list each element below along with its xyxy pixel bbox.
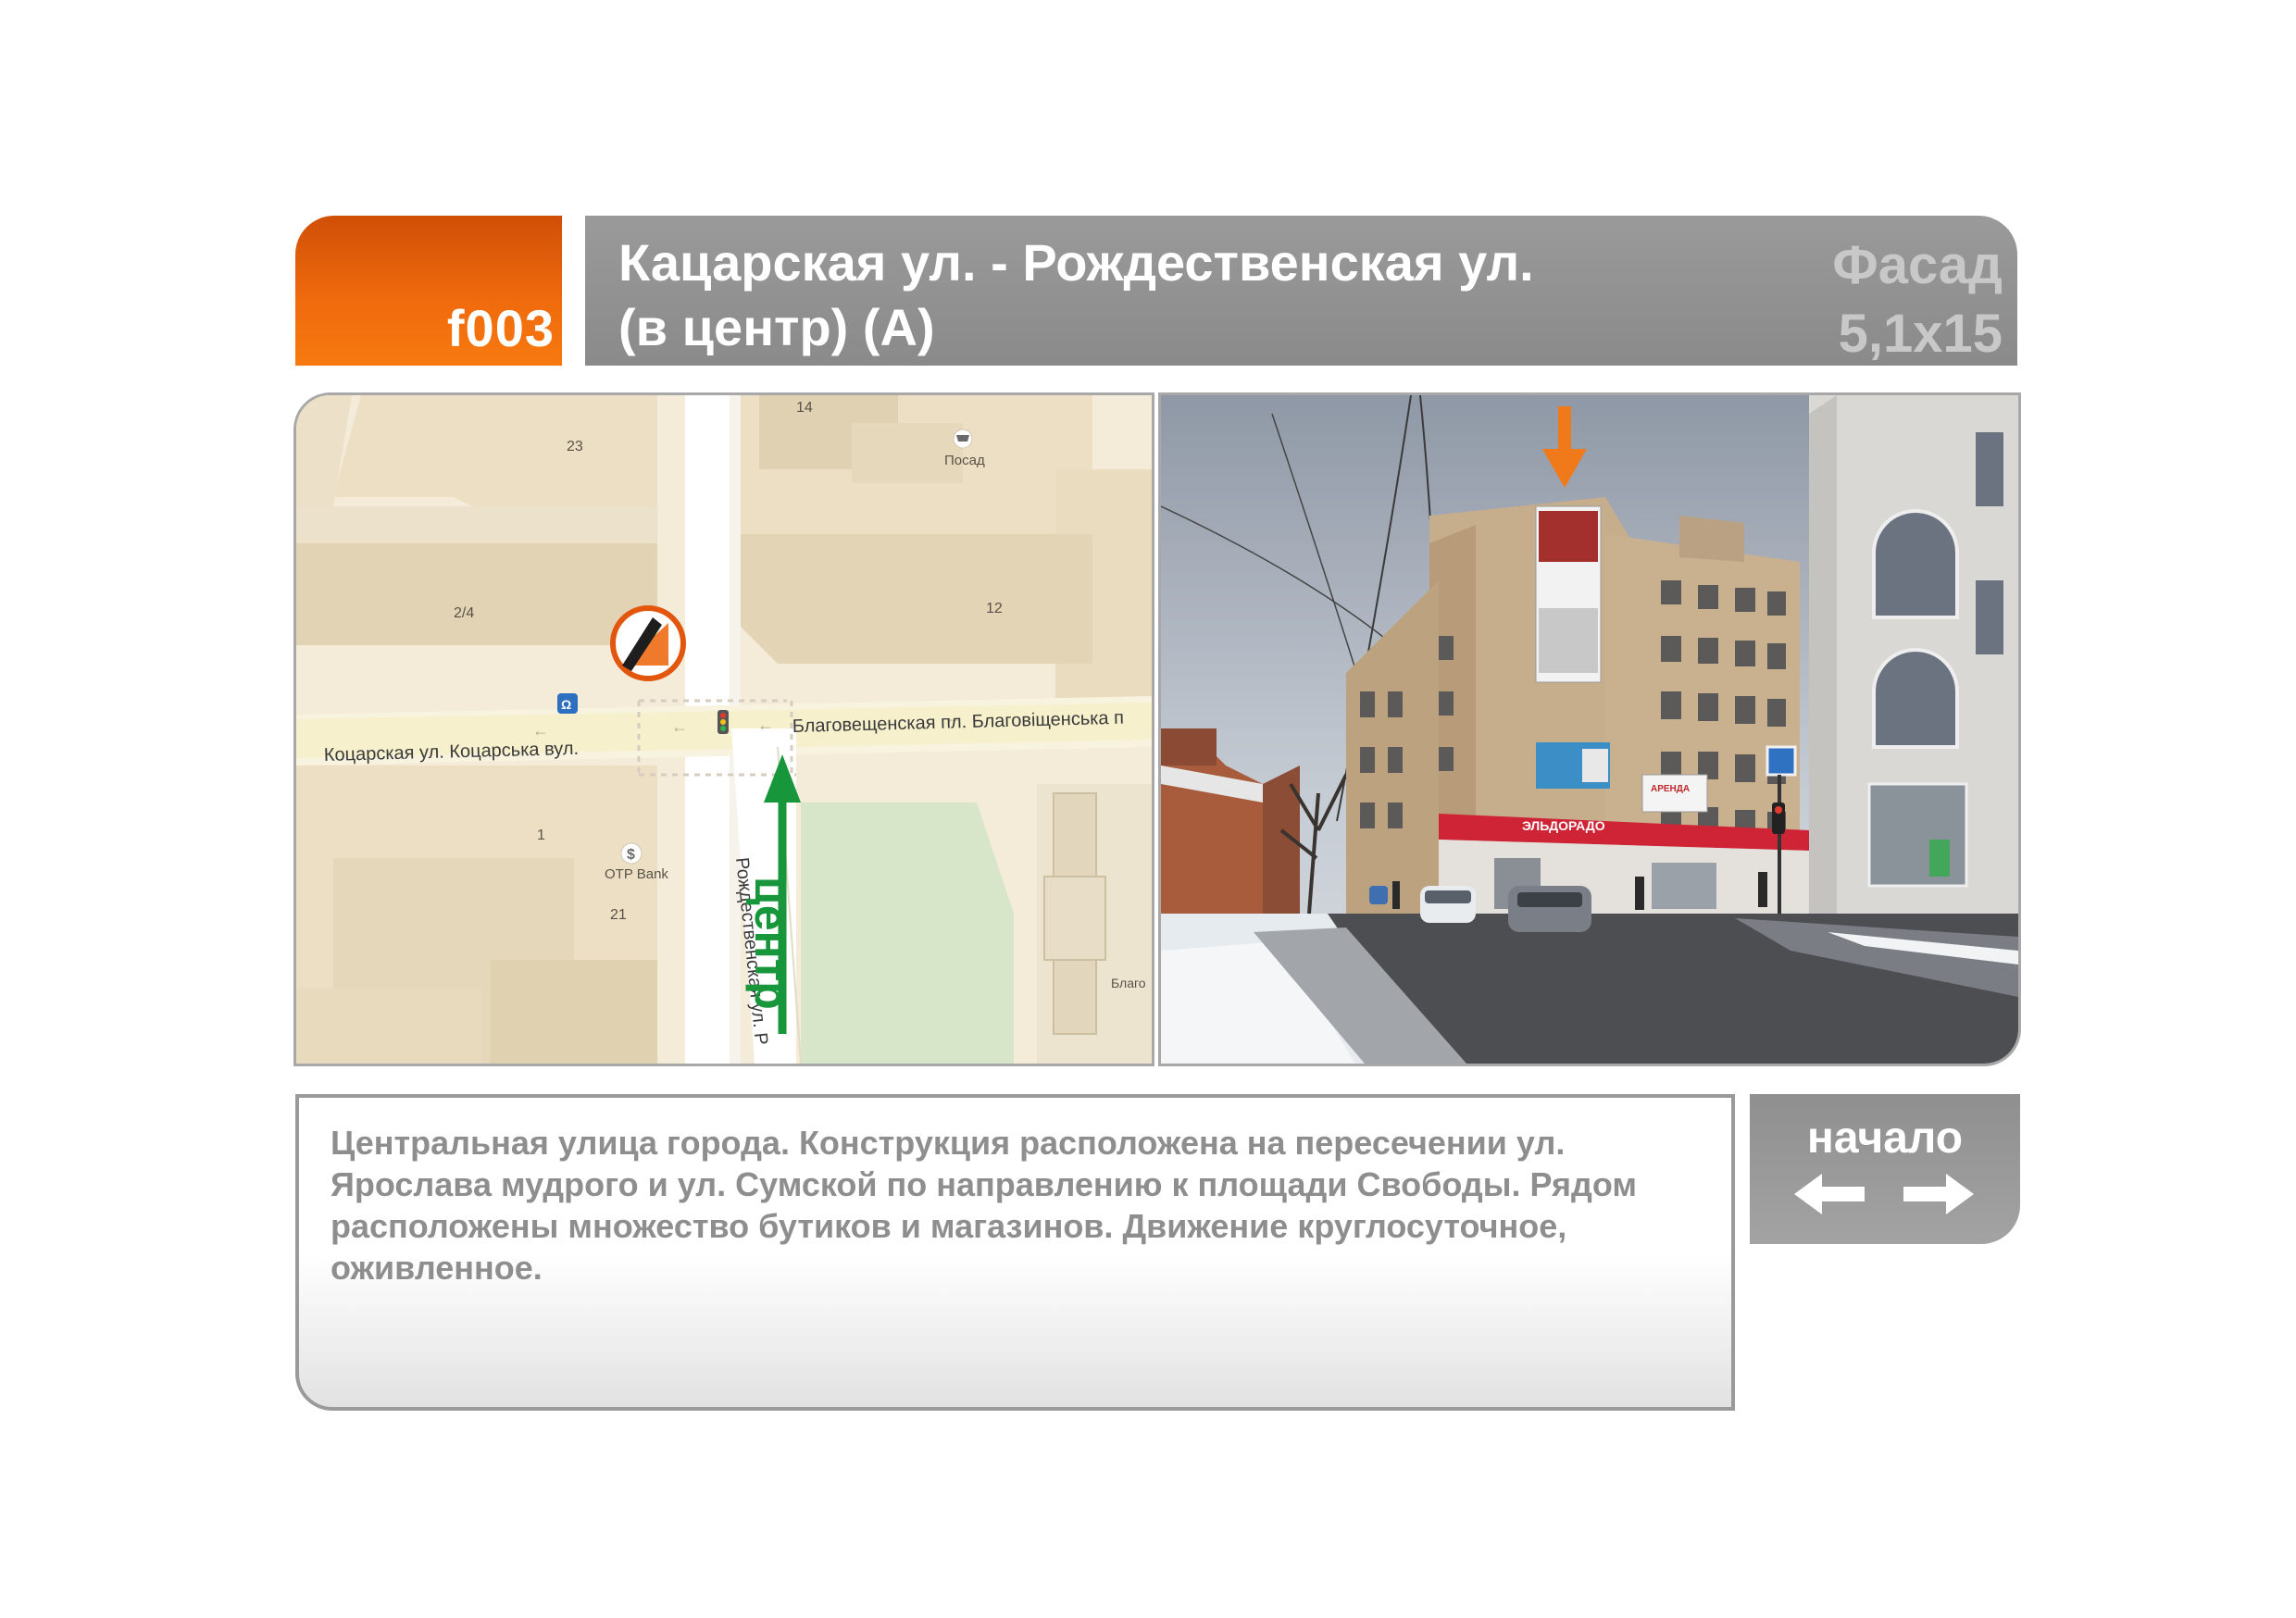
next-arrow-icon[interactable]	[1900, 1174, 1974, 1214]
title-line-2: (в центр) (А)	[618, 298, 935, 356]
location-photo: АРЕНДА ЭЛЬДОРАДО	[1158, 392, 2021, 1066]
svg-text:←: ←	[532, 721, 549, 740]
photo-eldorado-sign: ЭЛЬДОРАДО	[1522, 818, 1605, 833]
map-label-house-2-4: 2/4	[454, 605, 474, 621]
map-label-house-21: 21	[610, 907, 627, 923]
map-label-blago: Благо	[1111, 976, 1146, 990]
location-code: f003	[446, 299, 555, 357]
map-label-otp-bank: OTP Bank	[605, 866, 668, 882]
map-label-house-1: 1	[537, 828, 545, 843]
map-label-posad: Посад	[944, 453, 985, 468]
svg-text:←: ←	[671, 717, 688, 736]
nav-panel: начало	[1750, 1094, 2020, 1244]
title-bar: Кацарская ул. - Рождественская ул. (в це…	[585, 216, 2017, 366]
prev-arrow-icon[interactable]	[1794, 1174, 1868, 1214]
description-panel: Центральная улица города. Конструкция ра…	[295, 1094, 1735, 1411]
title-line-1: Кацарская ул. - Рождественская ул.	[618, 233, 1534, 292]
tram-stop-icon: Ω	[557, 693, 578, 714]
location-map: ← ← ← ← 23 14 Посад 2/4 12 Коцарская ул.…	[293, 392, 1154, 1066]
map-label-house-23: 23	[567, 439, 583, 454]
map-label-house-12: 12	[986, 601, 1003, 616]
map-label-house-14: 14	[796, 400, 813, 416]
home-link[interactable]: начало	[1750, 1113, 2020, 1164]
location-code-badge: f003	[295, 216, 562, 366]
surface-type: Фасад	[1832, 235, 2003, 295]
svg-text:←: ←	[757, 716, 774, 734]
svg-text:$: $	[627, 847, 635, 863]
billboard-marker-icon	[610, 605, 686, 681]
map-direction-label: центр	[745, 877, 797, 1010]
description-text: Центральная улица города. Конструкция ра…	[331, 1124, 1637, 1287]
photo-rent-sign: АРЕНДА	[1651, 784, 1690, 794]
shop-icon	[953, 429, 973, 449]
surface-size: 5,1х15	[1838, 304, 2003, 364]
traffic-light-icon	[718, 710, 729, 734]
bank-icon: $	[620, 842, 643, 865]
svg-text:Ω: Ω	[561, 697, 571, 712]
